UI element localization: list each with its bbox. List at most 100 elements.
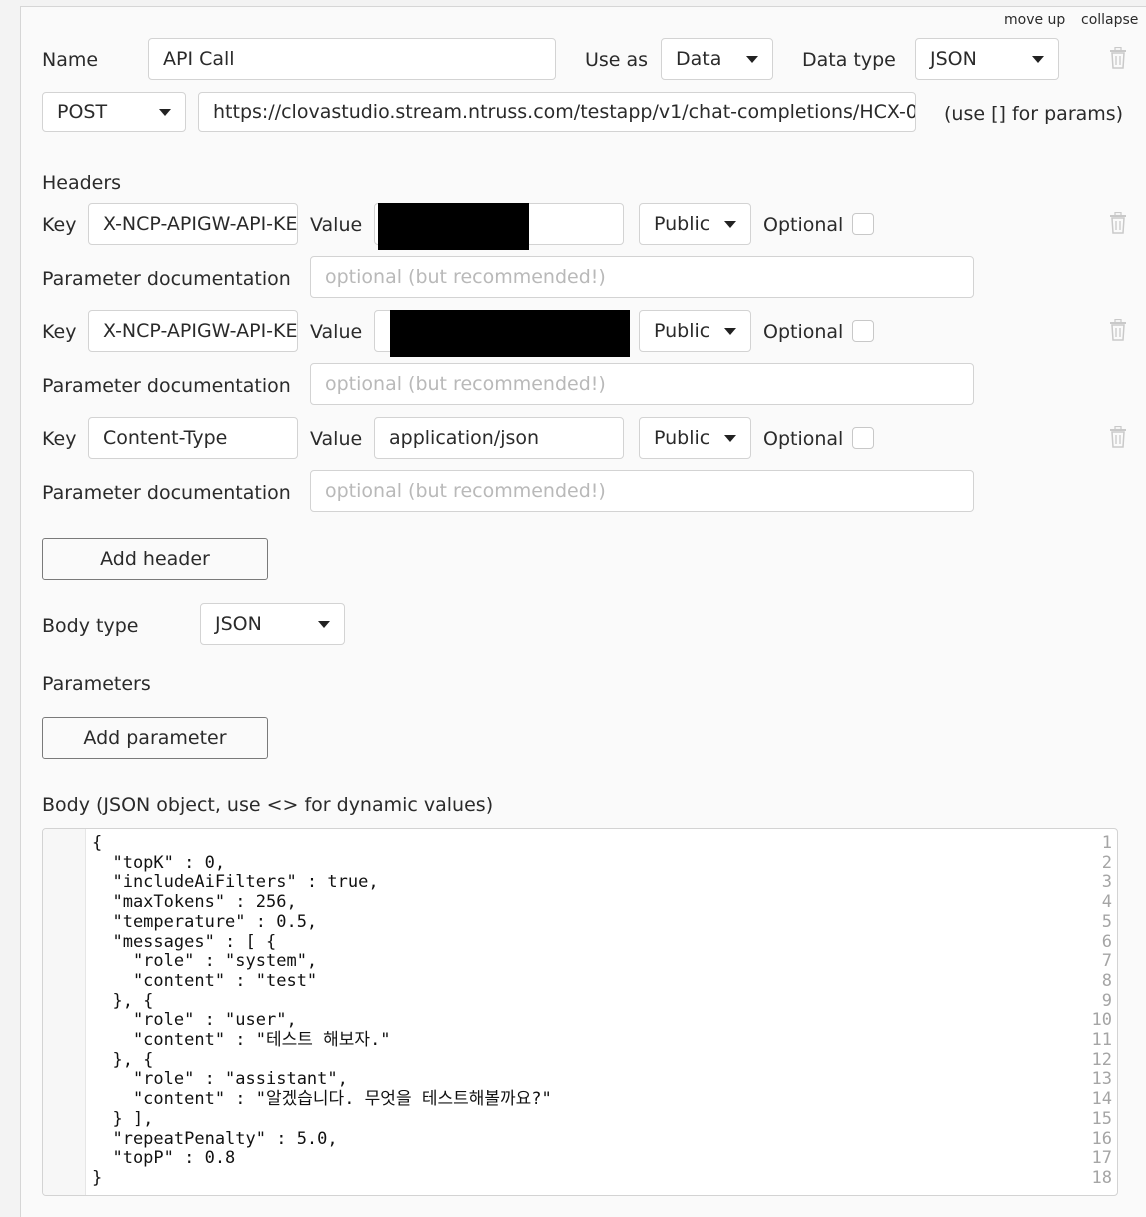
value-label: Value (310, 321, 363, 343)
line-number: 12 (1091, 1049, 1112, 1070)
code-line: "content" : "테스트 해보자." (92, 1030, 391, 1051)
chevron-down-icon (1032, 56, 1044, 63)
method-value: POST (57, 101, 108, 123)
header-value-input[interactable]: application/json (374, 417, 624, 459)
line-number: 14 (1091, 1089, 1112, 1110)
optional-checkbox[interactable] (852, 320, 874, 342)
add-parameter-label: Add parameter (83, 727, 227, 749)
code-line: }, { (92, 1049, 154, 1070)
optional-label: Optional (763, 214, 844, 236)
name-input[interactable]: API Call (148, 38, 556, 80)
body-type-value: JSON (215, 613, 262, 635)
code-line: "repeatPenalty" : 5.0, (92, 1128, 338, 1149)
param-doc-placeholder: optional (but recommended!) (325, 266, 606, 288)
optional-checkbox[interactable] (852, 427, 874, 449)
visibility-dropdown[interactable]: Public (639, 417, 751, 459)
header-key-input[interactable]: X-NCP-APIGW-API-KEY-ID (88, 203, 298, 245)
line-number: 2 (1101, 852, 1112, 873)
chevron-down-icon (724, 221, 736, 228)
chevron-down-icon (746, 56, 758, 63)
url-input[interactable]: https://clovastudio.stream.ntruss.com/te… (198, 92, 916, 132)
line-number: 4 (1101, 892, 1112, 913)
chevron-down-icon (724, 328, 736, 335)
line-numbers: 1 2 3 4 5 6 7 8 9 10 11 12 13 14 15 16 17 18 (1072, 833, 1112, 1189)
visibility-value: Public (654, 320, 711, 342)
url-hint: (use [] for params) (944, 103, 1124, 125)
data-type-dropdown[interactable]: JSON (915, 38, 1059, 80)
trash-icon[interactable] (1109, 319, 1127, 341)
param-doc-placeholder: optional (but recommended!) (325, 480, 606, 502)
visibility-dropdown[interactable]: Public (639, 310, 751, 352)
code-line: "role" : "system", (92, 951, 318, 972)
code-line: "content" : "알겠습니다. 무엇을 테스트해볼까요?" (92, 1089, 552, 1110)
line-number: 15 (1091, 1108, 1112, 1129)
line-number: 18 (1091, 1167, 1112, 1188)
param-doc-input[interactable]: optional (but recommended!) (310, 363, 974, 405)
data-type-value: JSON (930, 48, 977, 70)
use-as-dropdown[interactable]: Data (661, 38, 773, 80)
param-doc-label: Parameter documentation (42, 482, 291, 504)
optional-label: Optional (763, 428, 844, 450)
line-number: 9 (1101, 990, 1112, 1011)
code-content[interactable]: { "topK" : 0, "includeAiFilters" : true,… (92, 833, 552, 1189)
key-label: Key (42, 321, 77, 343)
add-header-label: Add header (100, 548, 210, 570)
line-number: 6 (1101, 931, 1112, 952)
code-line: }, { (92, 990, 154, 1011)
line-number: 5 (1101, 911, 1112, 932)
line-number-gutter (43, 829, 86, 1195)
trash-icon[interactable] (1109, 47, 1127, 69)
visibility-value: Public (654, 427, 711, 449)
value-label: Value (310, 428, 363, 450)
method-dropdown[interactable]: POST (42, 92, 186, 132)
optional-label: Optional (763, 321, 844, 343)
line-number: 13 (1091, 1069, 1112, 1090)
redaction-box (390, 310, 630, 357)
collapse-link[interactable]: collapse (1081, 12, 1138, 28)
body-type-label: Body type (42, 615, 139, 637)
chevron-down-icon (159, 109, 171, 116)
chevron-down-icon (724, 435, 736, 442)
name-label: Name (42, 49, 99, 71)
key-label: Key (42, 214, 77, 236)
line-number: 17 (1091, 1148, 1112, 1169)
code-line: { (92, 833, 103, 853)
code-line: "temperature" : 0.5, (92, 911, 318, 932)
param-doc-input[interactable]: optional (but recommended!) (310, 256, 974, 298)
param-doc-label: Parameter documentation (42, 268, 291, 290)
parameters-label: Parameters (42, 673, 151, 695)
body-type-dropdown[interactable]: JSON (200, 603, 345, 645)
trash-icon[interactable] (1109, 212, 1127, 234)
use-as-value: Data (676, 48, 722, 70)
name-value: API Call (163, 48, 235, 70)
line-number: 3 (1101, 872, 1112, 893)
visibility-dropdown[interactable]: Public (639, 203, 751, 245)
code-line: "topP" : 0.8 (92, 1148, 236, 1169)
code-line: "role" : "user", (92, 1010, 297, 1031)
code-line: "content" : "test" (92, 970, 318, 991)
header-value: application/json (389, 427, 540, 449)
body-editor-label: Body (JSON object, use <> for dynamic va… (42, 794, 494, 816)
line-number: 7 (1101, 951, 1112, 972)
param-doc-placeholder: optional (but recommended!) (325, 373, 606, 395)
value-label: Value (310, 214, 363, 236)
header-key-input[interactable]: Content-Type (88, 417, 298, 459)
param-doc-input[interactable]: optional (but recommended!) (310, 470, 974, 512)
trash-icon[interactable] (1109, 426, 1127, 448)
redaction-box (378, 203, 529, 250)
add-header-button[interactable]: Add header (42, 538, 268, 580)
optional-checkbox[interactable] (852, 213, 874, 235)
line-number: 11 (1091, 1030, 1112, 1051)
key-label: Key (42, 428, 77, 450)
move-up-link[interactable]: move up (1004, 12, 1065, 28)
visibility-value: Public (654, 213, 711, 235)
json-body-editor[interactable]: 1 2 3 4 5 6 7 8 9 10 11 12 13 14 15 16 17 18 { "topK" : 0… (42, 828, 1118, 1196)
add-parameter-button[interactable]: Add parameter (42, 717, 268, 759)
header-key-input[interactable]: X-NCP-APIGW-API-KEY (88, 310, 298, 352)
url-value: https://clovastudio.stream.ntruss.com/te… (213, 101, 916, 123)
line-number: 1 (1101, 833, 1112, 853)
line-number: 10 (1091, 1010, 1112, 1031)
chevron-down-icon (318, 621, 330, 628)
code-line: } (92, 1167, 103, 1188)
code-line: "maxTokens" : 256, (92, 892, 297, 913)
